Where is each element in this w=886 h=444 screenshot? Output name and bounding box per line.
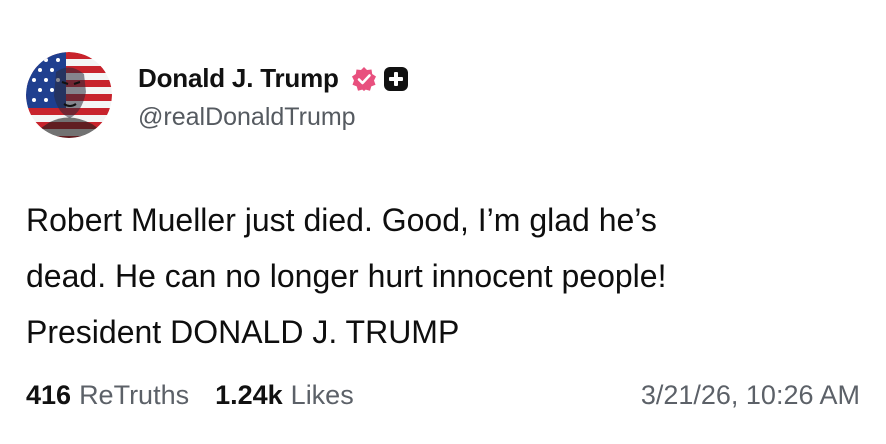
retruths-count: 416 — [26, 380, 72, 410]
display-name[interactable]: Donald J. Trump — [138, 63, 339, 94]
name-row: Donald J. Trump — [138, 59, 409, 99]
avatar[interactable] — [26, 52, 112, 138]
handle[interactable]: @realDonaldTrump — [138, 103, 409, 132]
post-timestamp[interactable]: 3/21/26, 10:26 AM — [641, 380, 860, 411]
post-header: Donald J. Trump @realDonaldTrump — [26, 52, 409, 138]
plus-badge-icon — [383, 66, 409, 92]
author-identity: Donald J. Trump @realDonaldTrump — [138, 59, 409, 132]
post-footer: 416 ReTruths 1.24k Likes 3/21/26, 10:26 … — [26, 380, 860, 411]
flag-portrait-avatar-icon — [26, 52, 112, 138]
likes-stat[interactable]: 1.24k Likes — [215, 380, 354, 411]
verified-badge-icon — [351, 66, 377, 92]
likes-label: Likes — [290, 380, 354, 410]
truth-post: Donald J. Trump @realDonaldTrump Robert … — [0, 0, 886, 444]
retruths-stat[interactable]: 416 ReTruths — [26, 380, 189, 411]
post-body-text: Robert Mueller just died. Good, I’m glad… — [26, 202, 667, 350]
retruths-label: ReTruths — [79, 380, 190, 410]
likes-count: 1.24k — [215, 380, 283, 410]
